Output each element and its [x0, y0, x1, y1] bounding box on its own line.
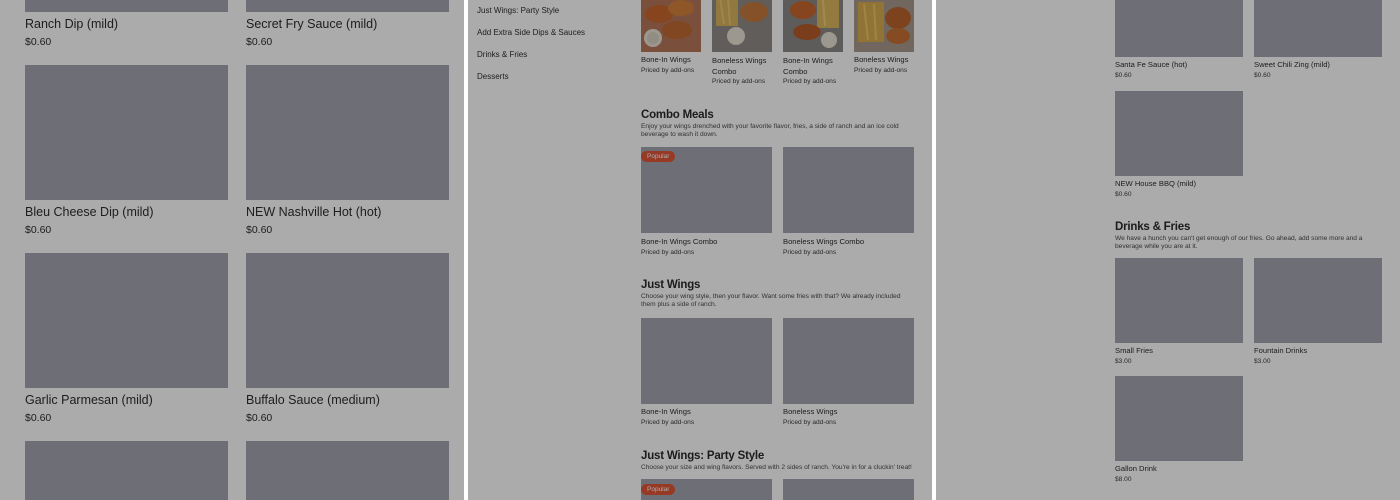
menu-item-price: $0.60: [246, 36, 273, 48]
food-photo[interactable]: [712, 0, 772, 52]
section-description: Enjoy your wings drenched with your favo…: [641, 123, 899, 139]
menu-item-image[interactable]: [1115, 376, 1243, 461]
menu-item-image[interactable]: [246, 441, 449, 500]
menu-item-name[interactable]: Boneless Wings: [783, 407, 837, 416]
menu-item-image[interactable]: [1115, 91, 1243, 176]
menu-item-name[interactable]: Boneless Wings Combo: [783, 237, 864, 246]
menu-item-name[interactable]: Small Fries: [1115, 346, 1153, 355]
menu-panel-right: Santa Fe Sauce (hot) $0.60 Sweet Chili Z…: [936, 0, 1400, 500]
menu-item-price: $0.60: [25, 36, 52, 48]
menu-item-price: $0.60: [246, 412, 273, 424]
menu-item-name[interactable]: Gallon Drink: [1115, 464, 1157, 473]
menu-item-image[interactable]: [25, 253, 228, 388]
section-description: Choose your size and wing flavors. Serve…: [641, 464, 912, 471]
menu-item-subtext: Priced by add-ons: [712, 78, 766, 85]
menu-item-name[interactable]: Garlic Parmesan (mild): [25, 393, 153, 407]
popular-badge: Popular: [641, 151, 676, 162]
menu-item-price: $3.00: [1115, 358, 1132, 365]
menu-panel-left: Ranch Dip (mild) $0.60 Secret Fry Sauce …: [0, 0, 464, 500]
category-nav-item[interactable]: Add Extra Side Dips & Sauces: [477, 28, 585, 37]
boneless-combo-photo-icon: [712, 0, 772, 52]
menu-item-name[interactable]: NEW House BBQ (mild): [1115, 179, 1196, 188]
category-nav-item[interactable]: Desserts: [477, 72, 509, 81]
modal-overlay: [468, 0, 932, 500]
section-title: Just Wings: [641, 279, 701, 291]
boneless-wings-photo-icon: [854, 0, 914, 52]
menu-item-price: $0.60: [1254, 72, 1271, 79]
section-description: Choose your wing style, then your flavor…: [641, 293, 901, 309]
menu-item-name[interactable]: Secret Fry Sauce (mild): [246, 17, 377, 31]
menu-item-image[interactable]: [1254, 0, 1382, 57]
menu-item-image[interactable]: [783, 147, 914, 233]
menu-item-subtext: Priced by add-ons: [641, 67, 695, 74]
menu-item-image[interactable]: [246, 0, 449, 12]
menu-item-subtext: Priced by add-ons: [783, 78, 837, 85]
food-photo[interactable]: [641, 0, 701, 52]
menu-item-price: $0.60: [25, 412, 52, 424]
menu-item-image[interactable]: [246, 253, 449, 388]
menu-item-image[interactable]: [783, 479, 914, 500]
menu-item-image[interactable]: [1254, 258, 1382, 343]
menu-item-name[interactable]: Sweet Chili Zing (mild): [1254, 60, 1330, 69]
food-photo[interactable]: [783, 0, 843, 52]
category-nav-item[interactable]: Just Wings: Party Style: [477, 6, 559, 15]
menu-item-price: $8.00: [1115, 476, 1132, 483]
menu-item-price: $0.60: [246, 224, 273, 236]
wings-photo-icon: [641, 0, 701, 52]
menu-item-subtext: Priced by add-ons: [641, 249, 695, 256]
menu-item-subtext: Priced by add-ons: [854, 67, 908, 74]
section-title: Drinks & Fries: [1115, 221, 1191, 233]
menu-item-name[interactable]: Ranch Dip (mild): [25, 17, 118, 31]
menu-item-price: $0.60: [1115, 72, 1132, 79]
menu-item-image[interactable]: [246, 65, 449, 200]
popular-badge: Popular: [641, 484, 676, 495]
menu-panel-middle: Just Wings: Party Style Add Extra Side D…: [468, 0, 932, 500]
menu-item-name[interactable]: Bone-In Wings: [641, 55, 691, 64]
bone-in-combo-photo-icon: [783, 0, 843, 52]
menu-item-price: $3.00: [1254, 358, 1271, 365]
menu-item-price: $0.60: [25, 224, 52, 236]
menu-item-name[interactable]: Fountain Drinks: [1254, 346, 1307, 355]
menu-item-subtext: Priced by add-ons: [783, 249, 837, 256]
menu-item-image[interactable]: [1115, 0, 1243, 57]
menu-item-image[interactable]: [25, 65, 228, 200]
menu-item-image[interactable]: [25, 0, 228, 12]
menu-item-image[interactable]: [1115, 258, 1243, 343]
menu-item-subtext: Priced by add-ons: [641, 419, 695, 426]
menu-item-name[interactable]: Buffalo Sauce (medium): [246, 393, 380, 407]
section-title: Just Wings: Party Style: [641, 450, 765, 462]
menu-item-name[interactable]: Bone-In Wings Combo: [641, 237, 717, 246]
menu-item-name[interactable]: NEW Nashville Hot (hot): [246, 205, 381, 219]
menu-item-name[interactable]: Santa Fe Sauce (hot): [1115, 60, 1187, 69]
menu-item-subtext: Priced by add-ons: [783, 419, 837, 426]
menu-item-image[interactable]: [25, 441, 228, 500]
menu-item-name[interactable]: Boneless Wings: [854, 55, 908, 64]
menu-item-name[interactable]: Bone-In Wings: [641, 407, 691, 416]
section-description: We have a hunch you can't get enough of …: [1115, 235, 1363, 251]
menu-item-price: $0.60: [1115, 191, 1132, 198]
food-photo[interactable]: [854, 0, 914, 52]
menu-item-name[interactable]: Bleu Cheese Dip (mild): [25, 205, 154, 219]
section-title: Combo Meals: [641, 109, 714, 121]
menu-item-name[interactable]: Boneless Wings Combo: [712, 55, 772, 77]
menu-item-image[interactable]: [783, 318, 914, 404]
category-nav-item[interactable]: Drinks & Fries: [477, 50, 527, 59]
menu-item-image[interactable]: [641, 318, 772, 404]
menu-item-name[interactable]: Bone-In Wings Combo: [783, 55, 843, 77]
